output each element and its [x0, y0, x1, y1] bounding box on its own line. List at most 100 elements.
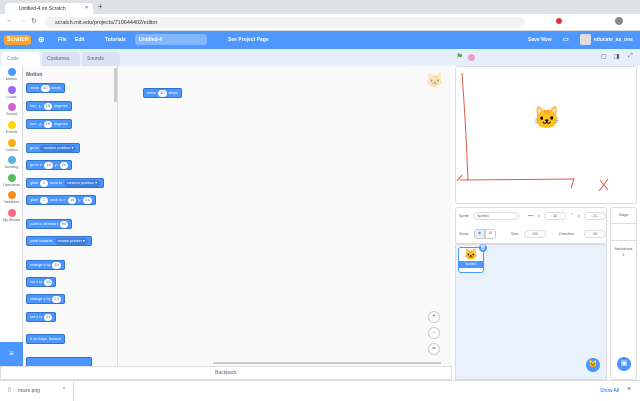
- new-tab-icon[interactable]: +: [98, 2, 103, 11]
- small-stage-icon[interactable]: ▢: [601, 53, 607, 60]
- add-extension-button[interactable]: ≡: [0, 342, 23, 366]
- browser-tab[interactable]: Untitled-4 on Scratch ×: [5, 3, 93, 14]
- forward-icon[interactable]: →: [19, 17, 26, 24]
- tutorials-button[interactable]: Tutorials: [105, 37, 126, 43]
- save-now-button[interactable]: Save Now: [528, 37, 552, 43]
- profile-avatar[interactable]: [615, 17, 623, 25]
- reload-icon[interactable]: ↻: [31, 17, 37, 25]
- block-go-to-xy[interactable]: go to x: 16 y: 21: [26, 160, 72, 170]
- palette-heading: Motion: [26, 72, 43, 78]
- see-project-page-button[interactable]: See Project Page: [228, 37, 269, 43]
- edit-menu[interactable]: Edit: [75, 37, 84, 43]
- sprite-list: 🐱 Sprite1 🗑 🐱: [455, 244, 607, 380]
- url-input[interactable]: scratch.mit.edu/projects/710644402/edito…: [45, 17, 525, 28]
- category-events[interactable]: Events: [0, 121, 23, 134]
- category-looks[interactable]: Looks: [0, 86, 23, 99]
- sprite-info-panel: Sprite Sprite1 ⟷ x 16 ↕ y 21 Show ◉ ⊘ Si…: [455, 207, 607, 244]
- block-turn-right[interactable]: turn ↻ 15 degrees: [26, 101, 72, 111]
- sound-dot-icon: [7, 103, 16, 111]
- download-bar: ▯ maze.png ^ Show All ×: [0, 380, 640, 401]
- show-visible-icon[interactable]: ◉: [474, 229, 485, 239]
- tab-title: Untitled-4 on Scratch: [19, 6, 66, 12]
- category-sensing[interactable]: Sensing: [0, 156, 23, 169]
- delete-sprite-icon[interactable]: 🗑: [479, 244, 487, 252]
- category-control[interactable]: Control: [0, 139, 23, 152]
- tab-costumes[interactable]: Costumes: [42, 52, 80, 66]
- download-item[interactable]: ▯ maze.png ^: [0, 381, 74, 401]
- zoom-out-icon[interactable]: −: [428, 327, 440, 339]
- file-menu[interactable]: File: [58, 37, 67, 43]
- stage-canvas[interactable]: 🐱: [455, 66, 637, 204]
- sprite-thumbnail[interactable]: 🐱 Sprite1 🗑: [458, 244, 487, 273]
- browser-tab-bar: Untitled-4 on Scratch × +: [0, 0, 640, 14]
- block-go-to[interactable]: go to random position ▾: [26, 143, 81, 153]
- editor-tabs: Code Costumes Sounds: [0, 49, 452, 66]
- stop-icon[interactable]: [468, 54, 475, 61]
- script-block-move-steps[interactable]: move 10 steps: [143, 88, 182, 98]
- zoom-in-icon[interactable]: +: [428, 311, 440, 323]
- rotate-right-icon: ↻: [38, 104, 42, 109]
- project-title-input[interactable]: Untitled-4: [135, 34, 207, 45]
- scratch-menu-bar: Scratch ⊕ File Edit Tutorials Untitled-4…: [0, 31, 640, 49]
- fullscreen-icon[interactable]: ⤢: [628, 53, 633, 60]
- show-hidden-icon[interactable]: ⊘: [485, 229, 496, 239]
- horizontal-scrollbar[interactable]: [213, 362, 441, 364]
- chevron-up-icon[interactable]: ^: [63, 387, 65, 393]
- x-axis-label-mark: [598, 178, 609, 192]
- category-variables[interactable]: Variables: [0, 191, 23, 204]
- rotate-left-icon: ↺: [38, 122, 42, 127]
- palette-scrollbar[interactable]: [114, 68, 117, 102]
- events-dot-icon: [7, 121, 16, 129]
- motion-dot-icon: [7, 68, 16, 76]
- script-area[interactable]: move 10 steps 🐱 + − =: [118, 66, 452, 366]
- control-dot-icon: [7, 139, 16, 147]
- block-change-x[interactable]: change x by 10: [26, 260, 65, 270]
- looks-dot-icon: [7, 86, 16, 94]
- size-input[interactable]: 100: [524, 230, 546, 238]
- block-point-in-direction[interactable]: point in direction 90: [26, 219, 72, 229]
- tab-sounds[interactable]: Sounds: [82, 52, 120, 66]
- direction-input[interactable]: 90: [584, 230, 606, 238]
- y-arrows-icon: ↕: [571, 212, 573, 216]
- large-stage-icon[interactable]: ◨: [614, 53, 620, 60]
- block-point-towards[interactable]: point towards mouse-pointer ▾: [26, 236, 92, 246]
- green-flag-icon[interactable]: ⚑: [456, 52, 463, 61]
- user-avatar[interactable]: [580, 34, 591, 45]
- block-bounce[interactable]: if on edge, bounce: [26, 334, 66, 344]
- y-position-input[interactable]: 21: [584, 212, 606, 220]
- stage-selector[interactable]: Stage Backdrops 1 ▣: [610, 207, 637, 380]
- block-palette: Motion move 10 steps turn ↻ 15 degrees turn ↺ 1…: [23, 66, 118, 367]
- pen-drawing: [456, 72, 609, 192]
- tab-code[interactable]: Code: [2, 52, 40, 66]
- language-globe-icon[interactable]: ⊕: [38, 35, 45, 44]
- close-tab-icon[interactable]: ×: [85, 5, 88, 11]
- my-stuff-folder-icon[interactable]: ▭: [563, 36, 569, 43]
- block-set-y[interactable]: set y to 21: [26, 312, 57, 322]
- extension-icon[interactable]: [556, 18, 562, 24]
- choose-sprite-button[interactable]: 🐱: [586, 358, 600, 372]
- sprite-name-input[interactable]: Sprite1: [473, 212, 519, 220]
- zoom-reset-icon[interactable]: =: [428, 343, 440, 355]
- category-my-blocks[interactable]: My Blocks: [0, 209, 23, 222]
- choose-backdrop-button[interactable]: ▣: [617, 357, 631, 371]
- category-motion[interactable]: Motion: [0, 68, 23, 81]
- category-menu: Motion Looks Sound Events Control Sensin…: [0, 66, 23, 366]
- close-icon[interactable]: ×: [627, 386, 631, 393]
- show-all-link[interactable]: Show All: [600, 388, 619, 394]
- account-menu[interactable]: educate_as_one: [594, 37, 633, 43]
- scratch-logo[interactable]: Scratch: [4, 35, 31, 45]
- stage-thumbnail[interactable]: [611, 224, 636, 241]
- x-position-input[interactable]: 16: [544, 212, 566, 220]
- backpack[interactable]: Backpack: [0, 366, 452, 380]
- back-icon[interactable]: ←: [6, 17, 13, 24]
- sensing-dot-icon: [7, 156, 16, 164]
- block-glide-xy[interactable]: glide 1 secs to x: 16 y: 21: [26, 195, 96, 205]
- category-sound[interactable]: Sound: [0, 103, 23, 116]
- block-set-x[interactable]: set x to 16: [26, 277, 57, 287]
- block-glide-random[interactable]: glide 1 secs to random position ▾: [26, 178, 105, 188]
- block-change-y[interactable]: change y by 10: [26, 294, 65, 304]
- block-move-steps[interactable]: move 10 steps: [26, 83, 65, 93]
- cat-sprite[interactable]: 🐱: [533, 105, 560, 131]
- block-turn-left[interactable]: turn ↺ 15 degrees: [26, 119, 72, 129]
- category-operators[interactable]: Operators: [0, 174, 23, 187]
